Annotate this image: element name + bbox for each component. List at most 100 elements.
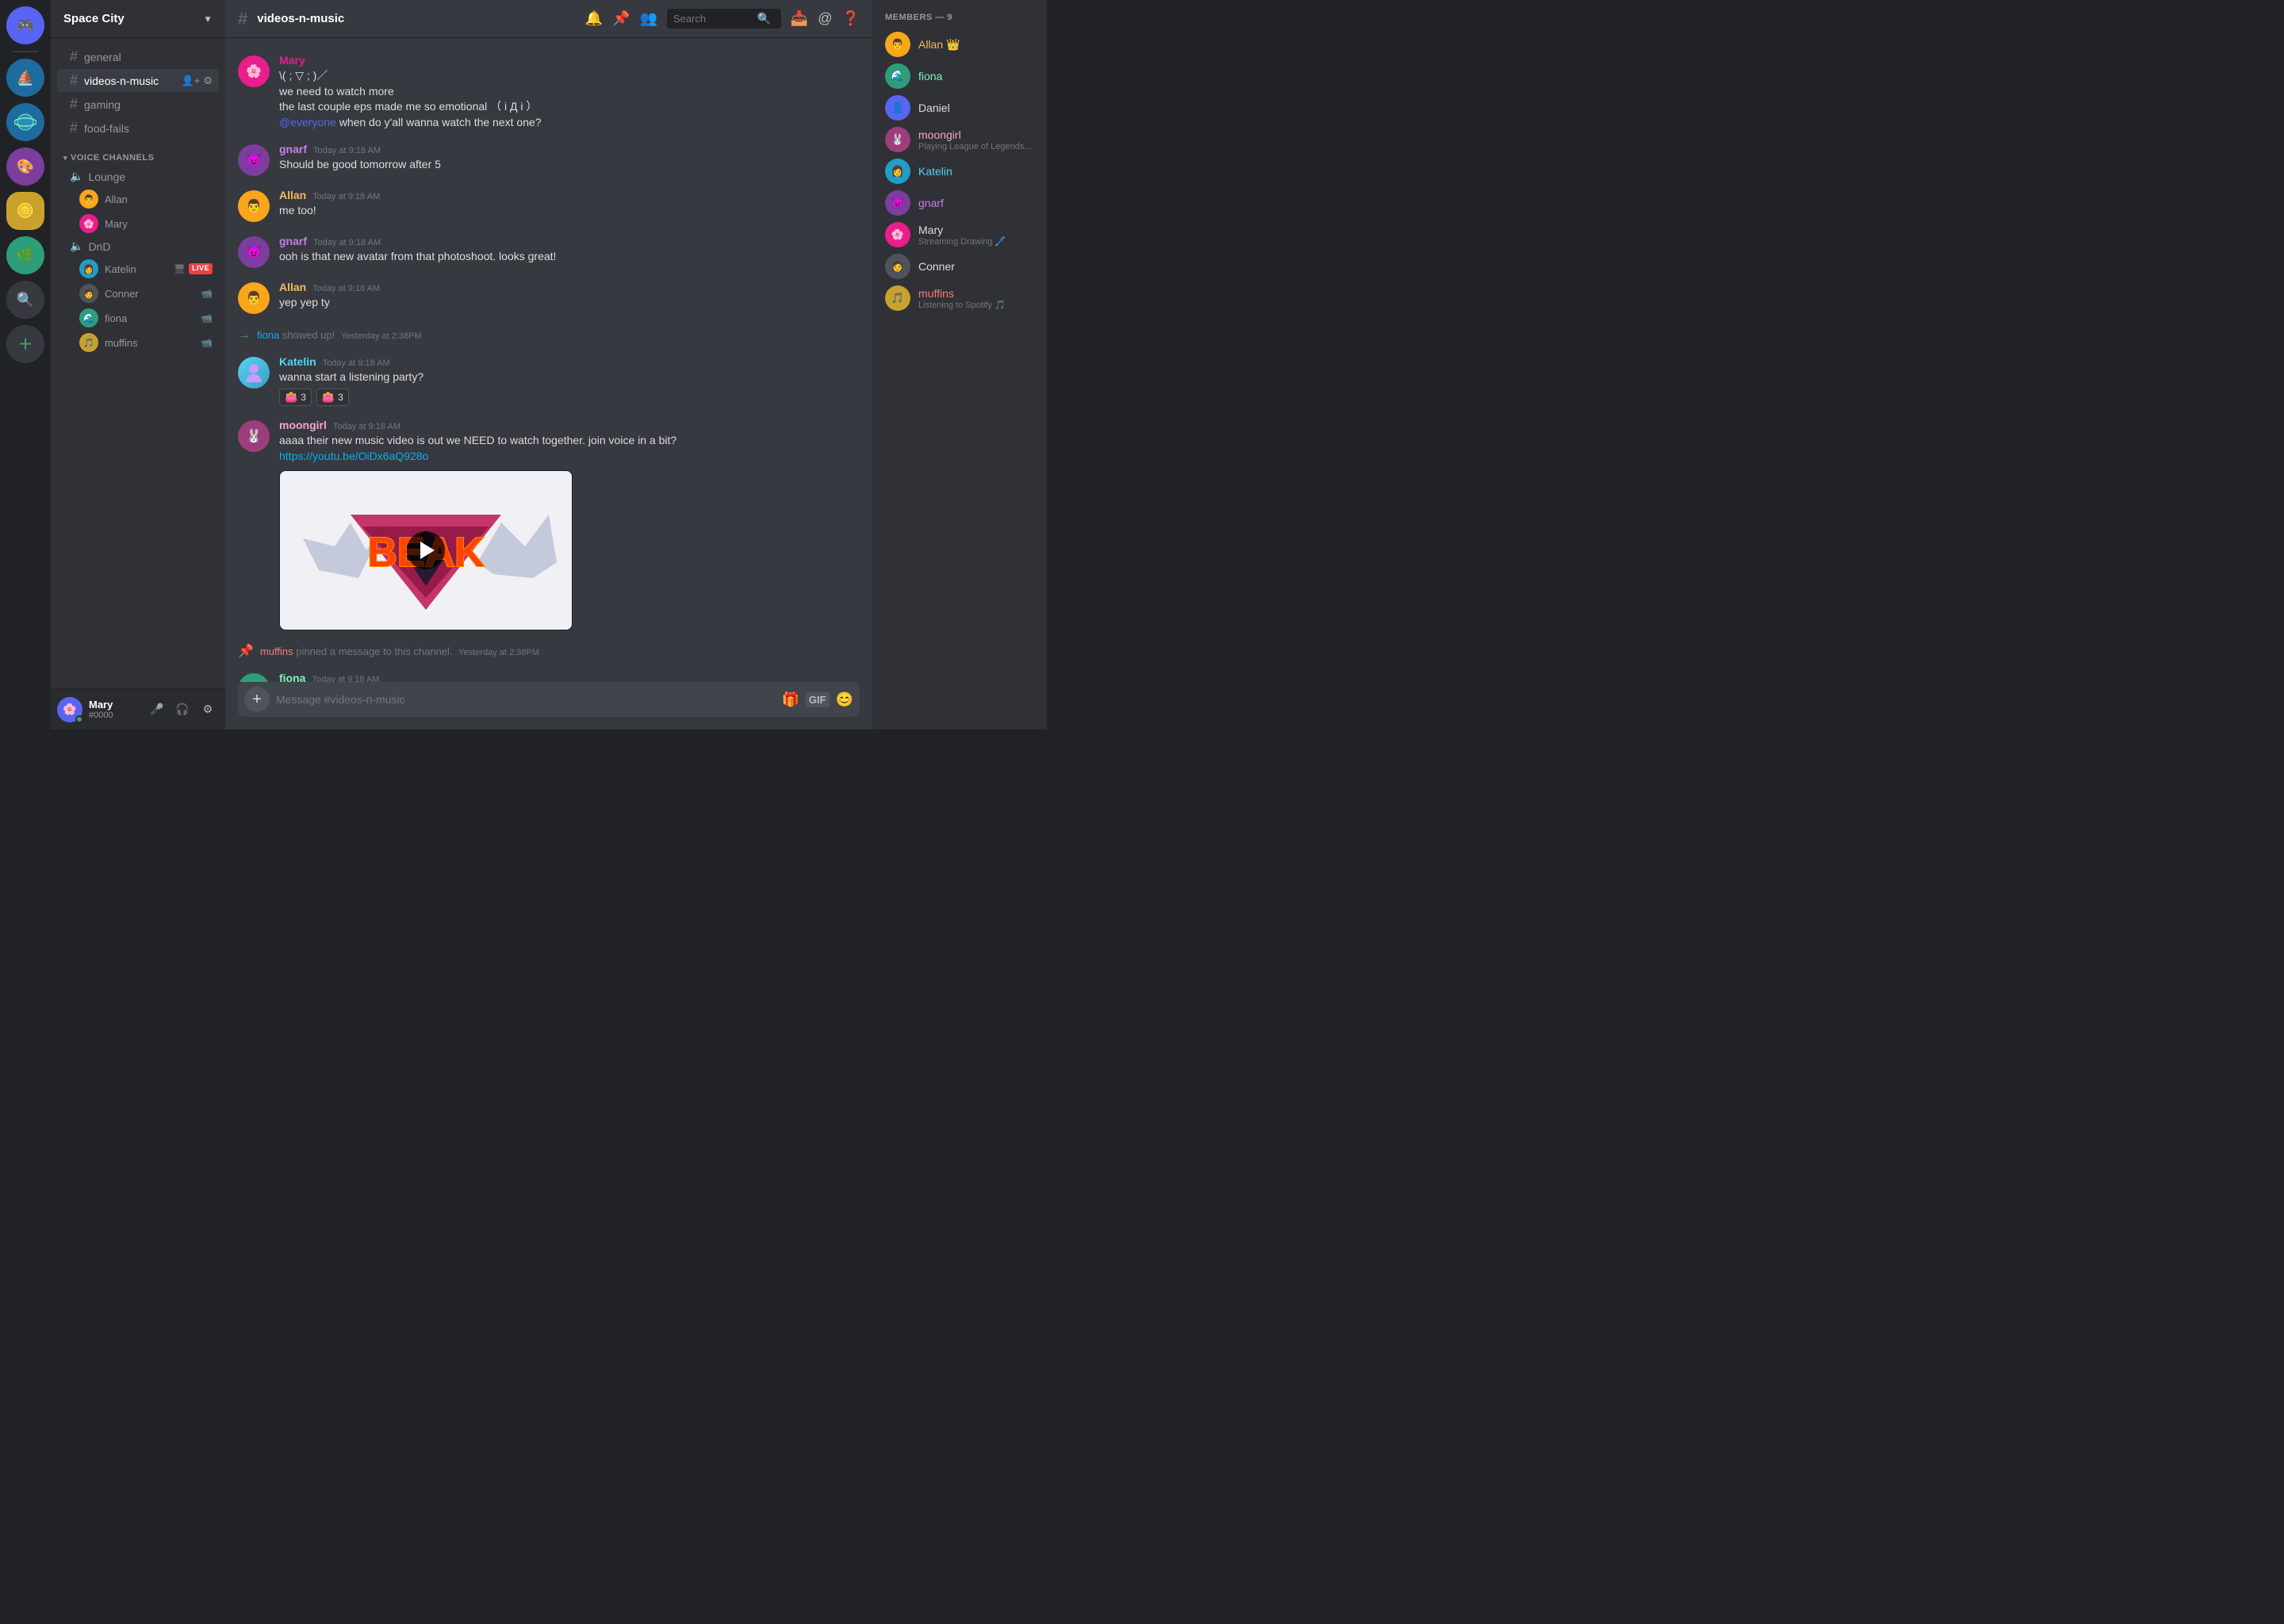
server-name: Space City bbox=[63, 12, 125, 25]
voice-user-muffins[interactable]: 🎵 muffins 📹 bbox=[57, 331, 219, 354]
channel-item-food-fails[interactable]: # food-fails bbox=[57, 117, 219, 140]
deafen-button[interactable]: 🎧 bbox=[171, 699, 194, 721]
mute-mic-button[interactable]: 🎤 bbox=[146, 699, 168, 721]
msg-text-mary-1: \( ; ▽ ; )／ bbox=[279, 68, 860, 84]
msg-avatar-allan-2: 👨 bbox=[238, 282, 270, 314]
add-attachment-button[interactable]: + bbox=[244, 687, 270, 712]
voice-user-fiona[interactable]: 🌊 fiona 📹 bbox=[57, 306, 219, 330]
msg-content-allan-2: Allan Today at 9:18 AM yep yep ty bbox=[279, 281, 860, 314]
video-thumbnail[interactable]: BEAK bbox=[280, 471, 572, 630]
msg-author-fiona-1[interactable]: fiona bbox=[279, 672, 305, 682]
voice-channel-name-dnd: DnD bbox=[88, 240, 110, 253]
channel-hash-icon: # bbox=[70, 72, 78, 89]
server-icon-leaf[interactable]: 🌿 bbox=[6, 236, 44, 274]
member-item-conner[interactable]: 🧑 Conner bbox=[879, 251, 1040, 282]
message-group-gnarf-2: 😈 gnarf Today at 9:18 AM ooh is that new… bbox=[225, 232, 872, 271]
reaction-2[interactable]: 👛 3 bbox=[316, 389, 349, 406]
server-icon-art[interactable]: 🎨 bbox=[6, 147, 44, 186]
member-item-fiona[interactable]: 🌊 fiona bbox=[879, 60, 1040, 92]
msg-author-katelin-1[interactable]: Katelin bbox=[279, 355, 316, 368]
server-icon-boat[interactable]: ⛵ bbox=[6, 59, 44, 97]
msg-header-allan-2: Allan Today at 9:18 AM bbox=[279, 281, 860, 293]
member-item-katelin[interactable]: 👩 Katelin bbox=[879, 155, 1040, 187]
help-button[interactable]: ❓ bbox=[842, 10, 860, 27]
reaction-1[interactable]: 👛 3 bbox=[279, 389, 312, 406]
msg-author-gnarf-1[interactable]: gnarf bbox=[279, 143, 307, 155]
live-badge: LIVE bbox=[189, 263, 213, 274]
video-icon-conner: 📹 bbox=[201, 288, 213, 299]
msg-time-moongirl-1: Today at 9:18 AM bbox=[333, 422, 400, 431]
member-name-muffins: muffins bbox=[918, 287, 1034, 300]
message-input[interactable] bbox=[276, 690, 775, 709]
notifications-button[interactable]: 🔔 bbox=[585, 10, 603, 27]
channel-name-gaming: gaming bbox=[84, 98, 121, 111]
speaker-icon-dnd: 🔈 bbox=[70, 239, 83, 253]
msg-time-katelin-1: Today at 9:18 AM bbox=[323, 358, 390, 368]
msg-time-fiona-1: Today at 9:18 AM bbox=[312, 675, 379, 682]
msg-author-mary[interactable]: Mary bbox=[279, 54, 305, 67]
voice-user-avatar-katelin: 👩 bbox=[79, 259, 98, 278]
server-icon-space-city[interactable]: 🪙 bbox=[6, 192, 44, 230]
messages-area: 🌸 Mary \( ; ▽ ; )／ we need to watch more… bbox=[225, 38, 872, 682]
user-settings-button[interactable]: ⚙ bbox=[197, 699, 219, 721]
voice-channel-dnd[interactable]: 🔈 DnD bbox=[57, 236, 219, 256]
server-header[interactable]: Space City ▼ bbox=[51, 0, 225, 38]
members-header: MEMBERS — 9 bbox=[879, 13, 1040, 22]
member-item-moongirl[interactable]: 🐰 moongirl Playing League of Legends 🎮 bbox=[879, 124, 1040, 155]
voice-user-name-muffins: muffins bbox=[105, 337, 194, 349]
channel-header-hash: # bbox=[238, 9, 247, 29]
voice-user-conner[interactable]: 🧑 Conner 📹 bbox=[57, 282, 219, 305]
category-voice-channels[interactable]: ▾ VOICE CHANNELS bbox=[51, 140, 225, 166]
gif-button[interactable]: GIF bbox=[806, 692, 830, 707]
member-item-allan[interactable]: 👨 Allan 👑 bbox=[879, 29, 1040, 60]
member-name-gnarf: gnarf bbox=[918, 197, 1034, 209]
channel-item-general[interactable]: # general bbox=[57, 45, 219, 68]
current-user-avatar: 🌸 bbox=[57, 697, 82, 722]
msg-author-gnarf-2[interactable]: gnarf bbox=[279, 235, 307, 247]
mention-button[interactable]: @ bbox=[818, 10, 832, 27]
voice-user-icons-conner: 📹 bbox=[201, 288, 213, 299]
msg-avatar-mary: 🌸 bbox=[238, 56, 270, 87]
youtube-link[interactable]: https://youtu.be/OiDx6aQ928o bbox=[279, 450, 428, 462]
gift-button[interactable]: 🎁 bbox=[781, 691, 799, 708]
voice-user-katelin[interactable]: 👩 Katelin 🖥 LIVE bbox=[57, 257, 219, 281]
member-name-moongirl: moongirl bbox=[918, 128, 1034, 141]
member-name-allan: Allan 👑 bbox=[918, 38, 1034, 52]
member-item-muffins[interactable]: 🎵 muffins Listening to Spotify 🎵 bbox=[879, 282, 1040, 314]
fiona-link-join[interactable]: fiona bbox=[257, 329, 279, 341]
mention-everyone[interactable]: @everyone bbox=[279, 116, 336, 128]
msg-author-moongirl-1[interactable]: moongirl bbox=[279, 419, 327, 431]
add-server-button[interactable]: + bbox=[6, 325, 44, 363]
inbox-button[interactable]: 📥 bbox=[791, 10, 808, 27]
msg-text-katelin-1: wanna start a listening party? bbox=[279, 370, 860, 385]
server-icon-planet[interactable] bbox=[6, 103, 44, 141]
msg-author-allan-1[interactable]: Allan bbox=[279, 189, 306, 201]
search-bar[interactable]: 🔍 bbox=[667, 9, 781, 29]
emoji-button[interactable]: 😊 bbox=[836, 691, 853, 708]
voice-user-mary[interactable]: 🌸 Mary bbox=[57, 212, 219, 236]
pin-button[interactable]: 📌 bbox=[612, 10, 630, 27]
explore-button[interactable]: 🔍 bbox=[6, 281, 44, 319]
add-member-icon[interactable]: 👤+ bbox=[182, 75, 201, 87]
member-item-gnarf[interactable]: 😈 gnarf bbox=[879, 187, 1040, 219]
voice-channel-lounge[interactable]: 🔈 Lounge bbox=[57, 167, 219, 186]
voice-user-allan[interactable]: 👨 Allan bbox=[57, 187, 219, 211]
play-button[interactable] bbox=[407, 531, 445, 569]
member-item-mary[interactable]: 🌸 Mary Streaming Drawing 🖊️ bbox=[879, 219, 1040, 251]
member-item-daniel[interactable]: 👤 Daniel bbox=[879, 92, 1040, 124]
members-button[interactable]: 👥 bbox=[639, 10, 657, 27]
join-text: showed up! bbox=[282, 329, 335, 341]
channel-item-gaming[interactable]: # gaming bbox=[57, 93, 219, 116]
discord-home-button[interactable]: 🎮 bbox=[6, 6, 44, 44]
search-input[interactable] bbox=[673, 13, 753, 25]
muffins-link-pin[interactable]: muffins bbox=[260, 645, 293, 657]
msg-text-mary-4-suffix: when do y'all wanna watch the next one? bbox=[339, 116, 542, 128]
settings-icon[interactable]: ⚙ bbox=[203, 75, 213, 87]
channel-sidebar: Space City ▼ # general # videos-n-music … bbox=[51, 0, 225, 730]
voice-channel-name-lounge: Lounge bbox=[88, 170, 125, 183]
message-input-area: + 🎁 GIF 😊 bbox=[225, 682, 872, 730]
channel-item-videos-n-music[interactable]: # videos-n-music 👤+ ⚙ bbox=[57, 69, 219, 92]
msg-author-allan-2[interactable]: Allan bbox=[279, 281, 306, 293]
system-msg-text-fiona: fiona showed up! Yesterday at 2:38PM bbox=[257, 329, 422, 341]
member-info-allan: Allan 👑 bbox=[918, 38, 1034, 52]
